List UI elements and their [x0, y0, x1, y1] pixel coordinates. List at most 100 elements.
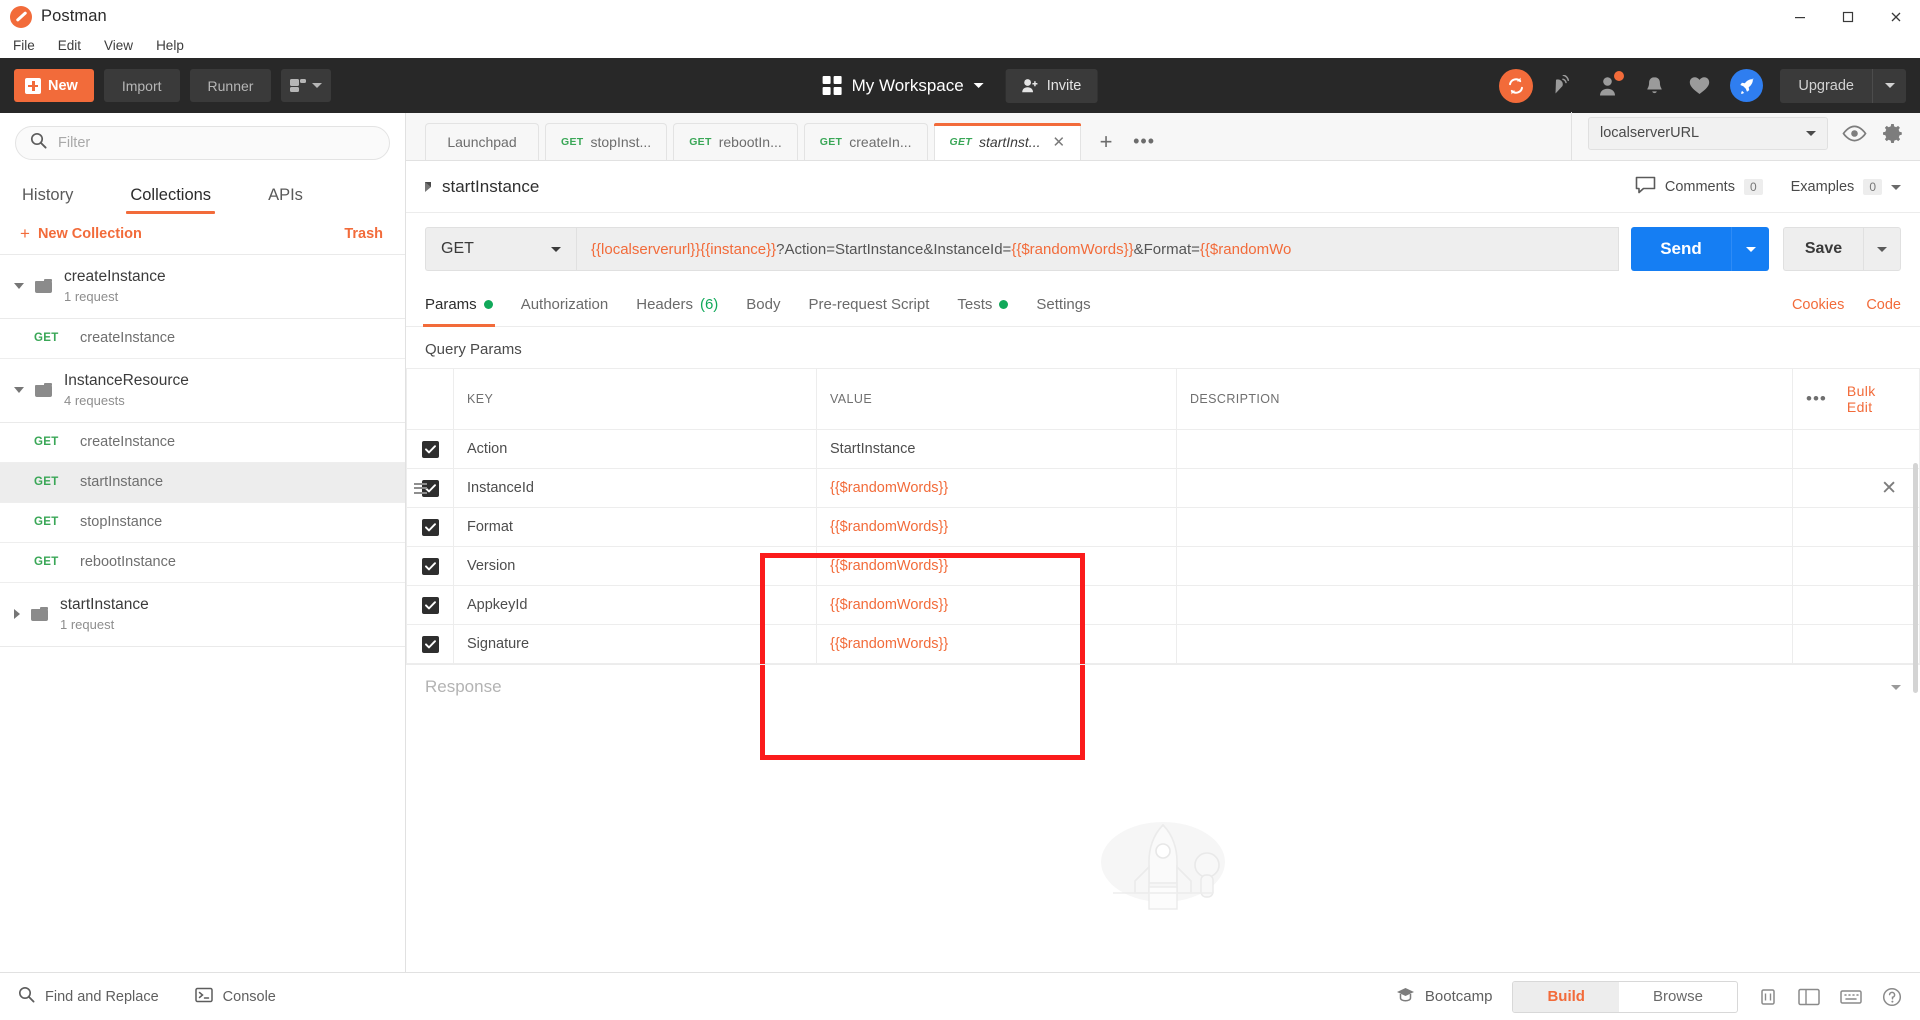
more-tabs-button[interactable]: ••• — [1125, 123, 1163, 160]
param-key-cell[interactable]: InstanceId — [453, 468, 817, 508]
tab-launchpad[interactable]: Launchpad — [425, 123, 539, 160]
console-button[interactable]: Console — [194, 987, 276, 1007]
scrollbar-vertical[interactable] — [1913, 463, 1918, 693]
param-description-cell[interactable] — [1176, 624, 1793, 664]
checkbox-checked-icon[interactable] — [421, 440, 439, 458]
row-checkbox-cell[interactable] — [406, 507, 454, 547]
save-dropdown-button[interactable] — [1863, 227, 1901, 271]
browse-toggle-button[interactable]: Browse — [1619, 982, 1737, 1012]
new-button[interactable]: New — [14, 69, 94, 102]
checkbox-checked-icon[interactable] — [421, 635, 439, 653]
row-checkbox-cell[interactable] — [406, 624, 454, 664]
param-description-cell[interactable] — [1176, 429, 1793, 469]
param-description-cell[interactable] — [1176, 546, 1793, 586]
menu-item-edit[interactable]: Edit — [55, 37, 84, 54]
save-button[interactable]: Save — [1783, 227, 1863, 271]
collection-item[interactable]: InstanceResource 4 requests — [0, 359, 405, 423]
tab-pre-request-script[interactable]: Pre-request Script — [809, 283, 930, 327]
chevron-down-icon[interactable] — [1891, 684, 1901, 690]
table-row[interactable]: Format {{$randomWords}} — [406, 507, 1920, 547]
param-value-cell[interactable]: {{$randomWords}} — [816, 546, 1177, 586]
collection-item[interactable]: startInstance 1 request — [0, 583, 405, 647]
checkbox-checked-icon[interactable] — [421, 518, 439, 536]
collection-item[interactable]: createInstance 1 request — [0, 255, 405, 319]
url-input[interactable]: {{localserverurl}}{{instance}} ?Action=St… — [576, 227, 1619, 271]
find-and-replace-button[interactable]: Find and Replace — [18, 986, 159, 1007]
bootcamp-button[interactable]: Bootcamp — [1396, 986, 1492, 1008]
chevron-right-icon[interactable] — [425, 182, 431, 192]
satellite-icon[interactable] — [1550, 72, 1578, 100]
eye-icon[interactable] — [1842, 125, 1867, 142]
param-description-cell[interactable] — [1176, 468, 1793, 508]
row-checkbox-cell[interactable] — [406, 585, 454, 625]
search-input[interactable]: Filter — [15, 126, 390, 160]
list-item[interactable]: GET createInstance — [0, 423, 405, 463]
gear-icon[interactable] — [1881, 122, 1904, 145]
import-button[interactable]: Import — [103, 69, 180, 102]
cookies-link[interactable]: Cookies — [1792, 297, 1844, 313]
keyboard-icon[interactable] — [1840, 988, 1862, 1006]
param-key-cell[interactable]: AppkeyId — [453, 585, 817, 625]
upgrade-button[interactable]: Upgrade — [1780, 68, 1872, 103]
environment-selector[interactable]: localserverURL — [1588, 116, 1828, 150]
row-checkbox-cell[interactable] — [406, 468, 454, 508]
maximize-icon[interactable] — [1824, 0, 1872, 33]
param-description-cell[interactable] — [1176, 507, 1793, 547]
trash-icon[interactable] — [1758, 987, 1778, 1007]
list-item[interactable]: GET createInstance — [0, 319, 405, 359]
code-link[interactable]: Code — [1866, 297, 1901, 313]
tab-body[interactable]: Body — [746, 283, 780, 327]
list-item[interactable]: GET stopInstance — [0, 503, 405, 543]
row-checkbox-cell[interactable] — [406, 546, 454, 586]
row-checkbox-cell[interactable] — [406, 429, 454, 469]
menu-item-file[interactable]: File — [10, 37, 38, 54]
table-row[interactable]: Signature {{$randomWords}} — [406, 624, 1920, 664]
send-button[interactable]: Send — [1631, 227, 1731, 271]
notifications-bell-icon[interactable] — [1640, 72, 1668, 100]
checkbox-checked-icon[interactable] — [421, 596, 439, 614]
build-toggle-button[interactable]: Build — [1513, 981, 1619, 1012]
menu-item-help[interactable]: Help — [153, 37, 187, 54]
param-value-cell[interactable]: {{$randomWords}} — [816, 624, 1177, 664]
param-key-cell[interactable]: Signature — [453, 624, 817, 664]
trash-button[interactable]: Trash — [344, 226, 383, 242]
menu-item-view[interactable]: View — [101, 37, 136, 54]
sidebar-tab-history[interactable]: History — [22, 186, 73, 214]
more-horizontal-icon[interactable]: ••• — [1806, 389, 1827, 409]
help-icon[interactable] — [1882, 987, 1902, 1007]
tab-rebootinstance[interactable]: GET rebootIn... — [673, 123, 798, 160]
param-key-cell[interactable]: Format — [453, 507, 817, 547]
heart-icon[interactable] — [1685, 72, 1713, 100]
param-key-cell[interactable]: Version — [453, 546, 817, 586]
capture-requests-button[interactable] — [281, 69, 332, 102]
account-icon[interactable] — [1595, 70, 1625, 100]
drag-handle-icon[interactable] — [414, 482, 427, 494]
tab-startinstance[interactable]: GET startInst... ✕ — [933, 123, 1082, 160]
upgrade-dropdown-button[interactable] — [1872, 68, 1906, 103]
table-row[interactable]: AppkeyId {{$randomWords}} — [406, 585, 1920, 625]
checkbox-checked-icon[interactable] — [421, 557, 439, 575]
table-row[interactable]: Action StartInstance — [406, 429, 1920, 469]
sync-icon[interactable] — [1499, 68, 1534, 103]
param-key-cell[interactable]: Action — [453, 429, 817, 469]
table-row[interactable]: Version {{$randomWords}} — [406, 546, 1920, 586]
bulk-edit-button[interactable]: Bulk Edit — [1847, 383, 1904, 415]
sidebar-tab-collections[interactable]: Collections — [126, 186, 215, 214]
close-icon[interactable]: ✕ — [1052, 133, 1065, 151]
layout-icon[interactable] — [1798, 988, 1820, 1006]
close-icon[interactable] — [1872, 0, 1920, 33]
new-collection-button[interactable]: + New Collection — [20, 225, 142, 242]
invite-button[interactable]: Invite — [1005, 68, 1098, 103]
param-value-cell[interactable]: {{$randomWords}} — [816, 468, 1177, 508]
tab-stopinstance[interactable]: GET stopInst... — [545, 123, 668, 160]
tab-headers[interactable]: Headers (6) — [636, 283, 718, 327]
minimize-icon[interactable] — [1776, 0, 1824, 33]
chevron-down-icon[interactable] — [14, 283, 24, 289]
remove-row-icon[interactable]: ✕ — [1793, 477, 1919, 500]
comments-button[interactable]: Comments 0 — [1635, 176, 1763, 198]
tab-settings[interactable]: Settings — [1036, 283, 1090, 327]
tab-tests[interactable]: Tests — [957, 283, 1009, 327]
rocket-icon[interactable] — [1730, 69, 1764, 102]
workspace-selector[interactable]: My Workspace — [822, 76, 984, 96]
chevron-down-icon[interactable] — [14, 387, 24, 393]
